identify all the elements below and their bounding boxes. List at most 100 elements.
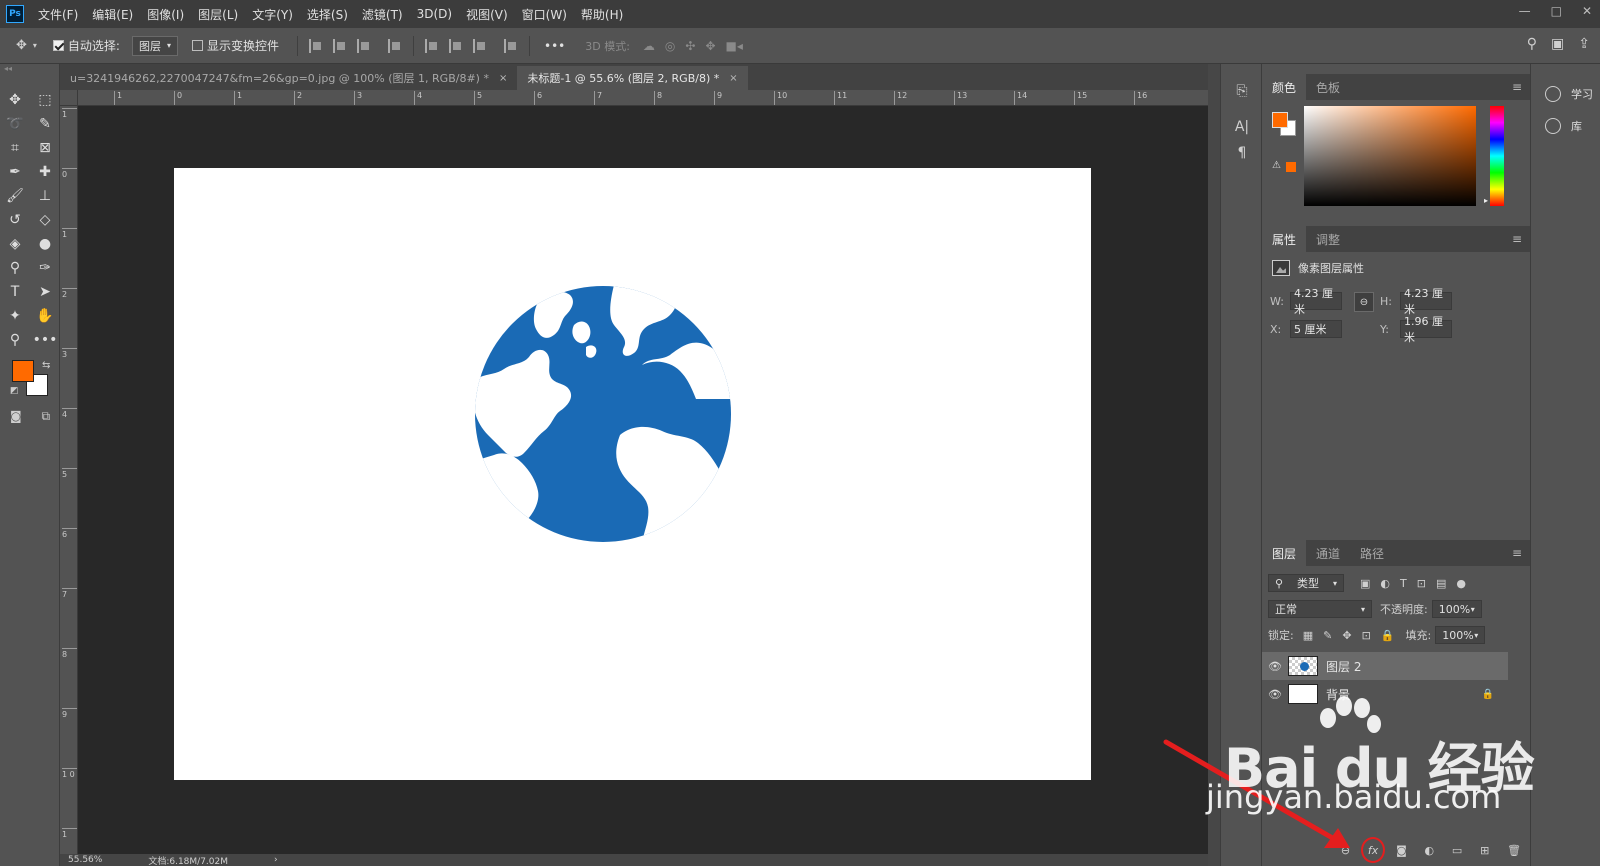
filter-smart-object-icon[interactable]: ▤ [1436,577,1446,590]
toolbar-grip-icon[interactable]: ◂◂ [0,64,59,73]
dodge-tool-icon[interactable]: ⚲ [0,258,30,278]
menu-edit[interactable]: 编辑(E) [92,6,133,23]
layer-row-background[interactable]: 👁 背景 🔒 [1262,680,1508,708]
lock-pixels-icon[interactable]: ✎ [1323,629,1332,642]
move-tool-icon[interactable]: ✥ [0,90,30,110]
gamut-color-chip[interactable] [1286,162,1296,172]
orbit-3d-icon[interactable]: ☁ [643,39,655,53]
x-input[interactable]: 5 厘米 [1290,320,1342,338]
tab-channels[interactable]: 通道 [1306,540,1350,566]
path-select-tool-icon[interactable]: ➤ [30,282,60,302]
hue-slider[interactable] [1490,106,1504,206]
maximize-button[interactable]: □ [1551,4,1562,18]
more-tools-icon[interactable]: ••• [30,330,60,350]
eye-icon[interactable]: 👁 [1262,688,1288,701]
color-picker-field[interactable] [1304,106,1476,206]
pan-3d-icon[interactable]: ✣ [685,39,695,53]
move-tool-icon[interactable]: ✥ [16,38,27,53]
marquee-tool-icon[interactable]: ⬚ [30,90,60,110]
foreground-color-chip[interactable] [1272,112,1288,128]
filter-type-icon[interactable]: T [1400,577,1407,590]
panel-menu-icon[interactable]: ≡ [1512,232,1522,246]
tab-properties[interactable]: 属性 [1262,226,1307,252]
new-group-icon[interactable]: ▭ [1452,844,1462,857]
distribute-icon[interactable] [388,38,402,53]
layer-name[interactable]: 背景 [1326,686,1350,703]
align-vcenter-icon[interactable] [449,38,463,53]
learn-panel-button[interactable]: 学习 [1531,78,1600,110]
vertical-ruler[interactable]: 101234567891 01 [60,106,78,854]
panel-menu-icon[interactable]: ≡ [1512,80,1522,94]
fill-input[interactable]: 100% ▾ [1435,626,1486,644]
zoom-tool-icon[interactable]: ⚲ [0,330,30,350]
canvas-area[interactable] [78,106,1208,854]
roll-3d-icon[interactable]: ◎ [665,39,675,53]
filter-toggle-icon[interactable]: ● [1456,577,1466,590]
blur-tool-icon[interactable]: ● [30,234,60,254]
tab-adjustments[interactable]: 调整 [1306,226,1350,252]
menu-filter[interactable]: 滤镜(T) [362,6,403,23]
distribute-vertical-icon[interactable] [504,38,518,53]
document-canvas[interactable] [174,168,1091,780]
delete-layer-icon[interactable]: 🗑 [1507,844,1521,857]
character-panel-icon[interactable]: A| [1221,114,1263,140]
screen-mode-icon[interactable]: ⧉ [41,409,50,424]
brush-tool-icon[interactable]: 🖌 [0,186,30,206]
eraser-tool-icon[interactable]: ◇ [30,210,60,230]
layer-name[interactable]: 图层 2 [1326,658,1361,675]
eyedropper-tool-icon[interactable]: ✒ [0,162,30,182]
gamut-warning-icon[interactable]: ⚠ [1272,160,1281,171]
hand-tool-icon[interactable]: ✋ [30,306,60,326]
clone-stamp-tool-icon[interactable]: ⊥ [30,186,60,206]
blend-mode-select[interactable]: 正常 ▾ [1268,600,1372,618]
swap-colors-icon[interactable]: ⇆ [42,360,50,371]
zoom-level[interactable]: 55.56% [68,855,102,865]
link-layers-icon[interactable]: ⊖ [1341,844,1350,857]
horizontal-ruler[interactable]: 1 0 1 2 3 4 5 6 7 8 9 10 11 12 13 14 15 16 [78,90,1208,106]
lock-position-icon[interactable]: ✥ [1342,629,1351,642]
auto-select-target-select[interactable]: 图层 ▾ [131,35,178,56]
panel-menu-icon[interactable]: ≡ [1512,546,1522,560]
close-icon[interactable]: × [499,73,507,84]
menu-help[interactable]: 帮助(H) [581,6,623,23]
hue-marker-icon[interactable]: ▸ [1484,196,1488,205]
paragraph-panel-icon[interactable]: ¶ [1221,140,1263,166]
minimize-button[interactable]: — [1519,4,1531,18]
filter-adjustment-icon[interactable]: ◐ [1380,577,1390,590]
paint-bucket-tool-icon[interactable]: ◈ [0,234,30,254]
align-right-icon[interactable] [357,38,371,53]
menu-window[interactable]: 窗口(W) [522,6,567,23]
workspace-icon[interactable]: ▣ [1551,36,1564,52]
tab-document-1[interactable]: u=3241946262,2270047247&fm=26&gp=0.jpg @… [60,66,517,90]
menu-image[interactable]: 图像(I) [147,6,184,23]
healing-brush-tool-icon[interactable]: ✚ [30,162,60,182]
history-panel-icon[interactable]: ⎘ [1221,78,1263,104]
eye-icon[interactable]: 👁 [1262,660,1288,673]
width-input[interactable]: 4.23 厘米 [1290,287,1342,316]
search-icon[interactable]: ⚲ [1527,36,1537,52]
tab-paths[interactable]: 路径 [1350,540,1394,566]
link-dimensions-icon[interactable]: ⊖ [1354,292,1374,312]
crop-tool-icon[interactable]: ⌗ [0,138,30,158]
status-arrow-icon[interactable]: › [274,855,278,865]
close-window-button[interactable]: ✕ [1582,4,1592,18]
show-transform-checkbox[interactable] [191,40,203,51]
panel-collapse-strip[interactable] [1208,64,1220,866]
menu-3d[interactable]: 3D(D) [417,7,452,21]
tab-document-2[interactable]: 未标题-1 @ 55.6% (图层 2, RGB/8) * × [517,66,748,90]
auto-select-checkbox[interactable] [52,40,64,51]
tool-preset-dropdown-icon[interactable]: ▾ [33,41,37,50]
align-bottom-icon[interactable] [473,38,487,53]
menu-view[interactable]: 视图(V) [466,6,508,23]
align-top-icon[interactable] [425,38,439,53]
quick-mask-icon[interactable]: ◙ [10,409,22,424]
library-panel-button[interactable]: 库 [1531,110,1600,142]
menu-file[interactable]: 文件(F) [38,6,78,23]
tab-color[interactable]: 颜色 [1262,74,1307,100]
pen-tool-icon[interactable]: ✑ [30,258,60,278]
menu-layer[interactable]: 图层(L) [198,6,238,23]
align-hcenter-icon[interactable] [333,38,347,53]
tab-layers[interactable]: 图层 [1262,540,1307,566]
adjustment-layer-icon[interactable]: ◐ [1425,844,1435,857]
layer-row-layer2[interactable]: 👁 图层 2 [1262,652,1508,680]
